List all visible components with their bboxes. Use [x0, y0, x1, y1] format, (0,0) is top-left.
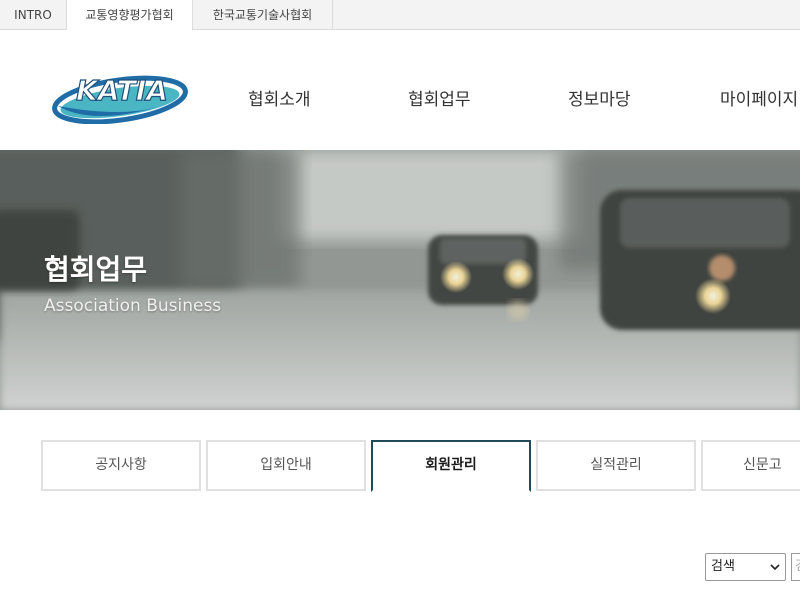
- search-input[interactable]: 검색어: [791, 553, 800, 581]
- hero-title: 협회업무: [44, 253, 148, 286]
- top-tab-traffic-impact-association[interactable]: 교통영향평가협회: [67, 0, 193, 31]
- top-tab-bar: INTRO 교통영향평가협회 한국교통기술사협회: [0, 0, 800, 31]
- katia-logo[interactable]: KATIA: [52, 62, 188, 125]
- sub-tab-bar: 공지사항 입회안내 회원관리 실적관리 신문고: [0, 410, 800, 600]
- hero-banner: 협회업무 Association Business: [0, 150, 800, 410]
- tab-member-management[interactable]: 회원관리: [371, 440, 531, 492]
- tab-membership-guide[interactable]: 입회안내: [206, 440, 366, 491]
- katia-logo-mark: KATIA: [52, 73, 188, 125]
- tab-notice[interactable]: 공지사항: [41, 440, 201, 491]
- logo-text: KATIA: [76, 74, 168, 107]
- chevron-down-icon: [770, 564, 780, 571]
- nav-mypage[interactable]: 마이페이지: [720, 85, 798, 110]
- search-type-value: 검색: [711, 559, 735, 574]
- hero-subtitle: Association Business: [44, 296, 222, 316]
- top-tab-intro[interactable]: INTRO: [0, 0, 67, 30]
- nav-about[interactable]: 협회소개: [248, 85, 311, 110]
- tab-petition[interactable]: 신문고: [701, 440, 800, 491]
- tab-performance-management[interactable]: 실적관리: [536, 440, 696, 491]
- search-type-select[interactable]: 검색: [705, 553, 786, 581]
- site-header: KATIA 협회소개 협회업무 정보마당 마이페이지: [0, 30, 800, 150]
- top-tab-traffic-engineers-association[interactable]: 한국교통기술사협회: [193, 0, 333, 30]
- nav-info[interactable]: 정보마당: [568, 85, 631, 110]
- nav-business[interactable]: 협회업무: [408, 85, 471, 110]
